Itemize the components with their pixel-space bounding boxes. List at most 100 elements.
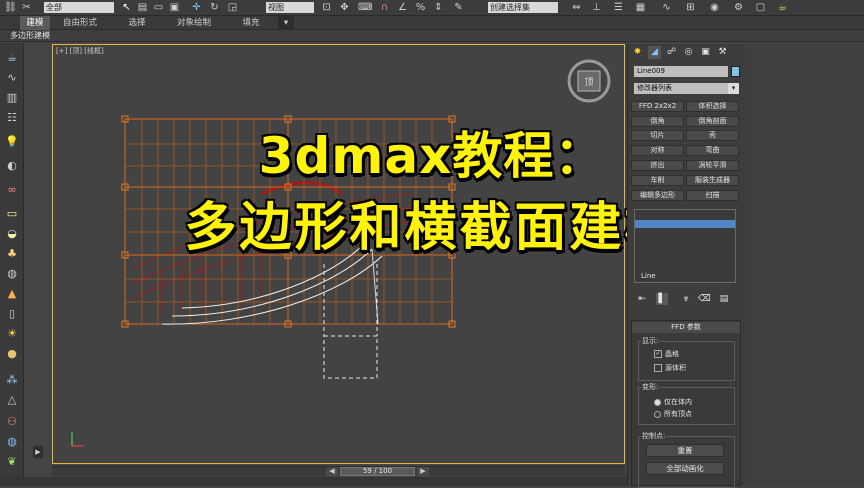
mod-button-slice[interactable]: 切片 [631,130,684,141]
ribbon-options-icon[interactable]: ▾ [278,16,294,30]
window-crossing-icon[interactable]: ▣ [168,1,181,14]
list-icon[interactable]: ☷ [4,111,20,125]
object-color-swatch[interactable] [731,66,740,77]
animate-all-button[interactable]: 全部动画化 [646,462,724,475]
move-icon[interactable]: ✛ [190,1,203,14]
polygon-modeling-label[interactable]: 多边形建模 [10,30,50,42]
curve-editor-icon[interactable]: ∿ [660,1,673,14]
tab-object-paint[interactable]: 对象绘制 [172,16,216,30]
disc-icon[interactable]: ● [4,347,20,361]
display-tab-icon[interactable]: ▣ [699,46,712,59]
utilities-tab-icon[interactable]: ⚒ [716,46,729,59]
teapot-small-icon[interactable]: ◍ [4,267,20,281]
tab-modeling[interactable]: 建模 [20,16,50,30]
right-empty-area [745,44,864,486]
cylinder-icon[interactable]: ▯ [4,307,20,321]
all-vertices-radio[interactable]: 所有顶点 [654,410,692,419]
particles-icon[interactable]: ⁂ [4,373,20,387]
unlink-icon[interactable]: ✂ [20,1,33,14]
motion-tab-icon[interactable]: ◎ [682,46,695,59]
mod-button-symmetry[interactable]: 对称 [631,145,684,156]
mod-button-ffd[interactable]: FFD 2x2x2 [631,101,684,112]
rollout-title[interactable]: FFD 参数 [632,322,740,333]
select-region-icon[interactable]: ▭ [152,1,165,14]
pin-stack-icon[interactable]: ⇤ [636,293,648,305]
stack-item-line[interactable]: Line [635,272,735,280]
named-selection-dropdown[interactable]: 创建选择集 [488,2,558,13]
expand-arrow-icon[interactable]: ▶ [33,446,43,458]
time-slider[interactable]: 59 / 100 [340,467,415,476]
stack-item[interactable] [635,211,735,219]
node-icon[interactable]: ⚇ [4,415,20,429]
mod-button-bevel-profile[interactable]: 倒角剖面 [686,116,739,127]
deform-group-label: 变形: [641,383,660,391]
viewcube[interactable]: 顶 [566,58,612,104]
pyramid-icon[interactable]: △ [4,393,20,407]
align-icon[interactable]: ⊥ [590,1,603,14]
next-frame-icon[interactable]: ▶ [417,467,429,476]
scale-icon[interactable]: ◲ [226,1,239,14]
globe-icon[interactable]: ◍ [4,435,20,449]
pivot-icon[interactable]: ⊡ [320,1,333,14]
selection-filter-dropdown[interactable]: 全部 [44,2,114,13]
lattice-checkbox[interactable]: ✓ 晶格 [654,350,679,359]
mod-button-shell[interactable]: 壳 [686,130,739,141]
grid-icon[interactable]: ▥ [4,91,20,105]
select-manipulate-icon[interactable]: ✥ [338,1,351,14]
schematic-view-icon[interactable]: ⊞ [684,1,697,14]
rotate-icon[interactable]: ↻ [208,1,221,14]
edit-named-selection-icon[interactable]: ✎ [452,1,465,14]
configure-sets-icon[interactable]: ▤ [718,293,730,305]
render-icon[interactable]: ☕ [776,1,789,14]
modifier-list-dropdown[interactable]: 修改器列表 [634,83,728,94]
prev-frame-icon[interactable]: ◀ [326,467,338,476]
snap-icon[interactable]: ∩ [378,1,391,14]
material-editor-icon[interactable]: ◉ [708,1,721,14]
tab-freeform[interactable]: 自由形式 [58,16,102,30]
teapot-icon[interactable]: ☕ [4,51,20,65]
cone-icon[interactable]: ▲ [4,287,20,301]
select-by-name-icon[interactable]: ▤ [136,1,149,14]
timeline[interactable] [52,466,625,476]
modify-tab-icon[interactable]: ◢ [648,46,661,59]
stack-item-selected[interactable] [635,220,735,228]
link-icon[interactable]: ⛓ [4,1,17,14]
graphite-toggle-icon[interactable]: ▦ [634,1,647,14]
spinner-snap-icon[interactable]: ⇕ [432,1,445,14]
source-volume-checkbox[interactable]: 源体积 [654,364,686,373]
render-setup-icon[interactable]: ⚙ [732,1,745,14]
reference-coordinate-dropdown[interactable]: 视图 [266,2,314,13]
create-tab-icon[interactable]: ✸ [631,46,644,59]
mirror-icon[interactable]: ⇔ [570,1,583,14]
mod-button-bend[interactable]: 弯曲 [686,145,739,156]
hierarchy-tab-icon[interactable]: ☍ [665,46,678,59]
make-unique-icon[interactable]: ⩔ [680,293,692,305]
mod-button-extrude[interactable]: 挤出 [631,160,684,171]
mod-button-lathe[interactable]: 车削 [631,175,684,186]
only-in-volume-radio[interactable]: 仅在体内 [654,398,692,407]
object-name-field[interactable]: Line009 [634,66,728,77]
percent-snap-icon[interactable]: % [414,1,427,14]
show-end-result-icon[interactable]: ▌ [656,293,668,305]
mod-button-garment-maker[interactable]: 服装生成器 [686,175,739,186]
mod-button-chamfer[interactable]: 倒角 [631,116,684,127]
mod-button-turbosmooth[interactable]: 涡轮平滑 [686,160,739,171]
tab-selection[interactable]: 选择 [122,16,152,30]
mod-button-edit-poly[interactable]: 编辑多边形 [631,190,684,201]
plant-icon[interactable]: ❦ [4,455,20,469]
svg-text:顶: 顶 [584,77,593,88]
sun-icon[interactable]: ☀ [4,327,20,341]
remove-modifier-icon[interactable]: ⌫ [698,293,711,305]
layer-icon[interactable]: ☰ [612,1,625,14]
tab-populate[interactable]: 填充 [236,16,266,30]
reset-button[interactable]: 重置 [646,444,724,457]
rendered-frame-icon[interactable]: ▢ [754,1,767,14]
mod-button-sweep[interactable]: 扫描 [686,190,739,201]
mod-button-volume-select[interactable]: 体积选择 [686,101,739,112]
keyboard-shortcut-icon[interactable]: ⌨ [358,1,372,14]
main-toolbar: ⛓ ✂ 全部 ↖ ▤ ▭ ▣ ✛ ↻ ◲ 视图 ⊡ ✥ ⌨ ∩ ∠ % ⇕ ✎ … [0,0,864,16]
chevron-down-icon[interactable]: ▾ [728,83,739,94]
angle-snap-icon[interactable]: ∠ [396,1,409,14]
curve-icon[interactable]: ∿ [4,71,20,85]
select-icon[interactable]: ↖ [120,1,133,14]
